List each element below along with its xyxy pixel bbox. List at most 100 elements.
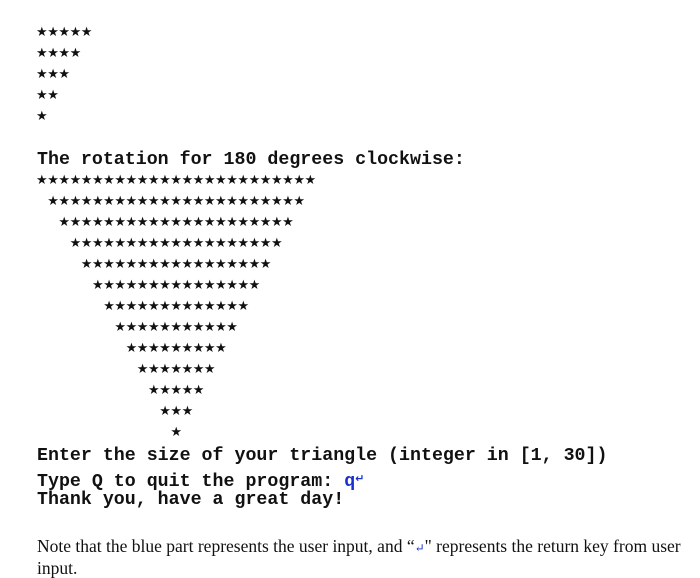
star-icon: ★ (80, 236, 93, 251)
star-icon: ★ (114, 299, 127, 314)
star-icon: ★ (136, 341, 149, 356)
star-icon: ★ (181, 236, 194, 251)
prompt-size-line: Enter the size of your triangle (integer… (37, 446, 608, 466)
star-icon: ★ (159, 404, 171, 419)
star-icon: ★ (215, 257, 227, 272)
star-icon: ★ (47, 88, 59, 103)
star-icon: ★ (259, 236, 272, 251)
star-row: ★★★★★★★★★★★★★★★★★ (80, 254, 272, 275)
star-icon: ★ (203, 278, 216, 293)
star-icon: ★ (170, 320, 182, 335)
star-icon: ★ (159, 341, 171, 356)
note-text-part1: Note that the blue part represents the u… (37, 536, 415, 556)
star-icon: ★ (114, 278, 127, 293)
star-icon: ★ (136, 320, 149, 335)
star-row: ★★★ (159, 401, 193, 422)
star-icon: ★ (80, 173, 93, 188)
star-icon: ★ (136, 257, 149, 272)
star-icon: ★ (125, 320, 138, 335)
star-icon: ★ (181, 341, 194, 356)
star-icon: ★ (203, 341, 216, 356)
star-icon: ★ (181, 383, 194, 398)
star-icon: ★ (248, 173, 261, 188)
star-icon: ★ (170, 425, 183, 440)
star-icon: ★ (237, 278, 250, 293)
star-icon: ★ (159, 278, 171, 293)
star-icon: ★ (203, 215, 216, 230)
star-row: ★★★ (36, 64, 70, 85)
star-icon: ★ (181, 299, 194, 314)
star-row: ★★★★★★★★★★★★★★★★★★★ (70, 233, 283, 254)
star-icon: ★ (248, 194, 261, 209)
star-icon: ★ (203, 194, 216, 209)
star-icon: ★ (237, 257, 250, 272)
star-icon: ★ (192, 194, 205, 209)
star-icon: ★ (69, 236, 82, 251)
star-icon: ★ (159, 383, 171, 398)
star-icon: ★ (203, 173, 216, 188)
star-icon: ★ (293, 173, 305, 188)
star-icon: ★ (69, 25, 82, 40)
star-icon: ★ (237, 194, 250, 209)
star-icon: ★ (103, 215, 115, 230)
star-icon: ★ (170, 341, 182, 356)
star-icon: ★ (203, 299, 216, 314)
star-icon: ★ (125, 299, 138, 314)
star-icon: ★ (147, 278, 160, 293)
star-row: ★★★★★★★★★★★★★★★★★★★★★★★ (47, 191, 305, 212)
star-icon: ★ (259, 173, 272, 188)
star-icon: ★ (125, 236, 138, 251)
star-icon: ★ (125, 341, 138, 356)
star-icon: ★ (103, 173, 115, 188)
star-icon: ★ (181, 215, 194, 230)
star-icon: ★ (226, 278, 238, 293)
star-icon: ★ (125, 215, 138, 230)
star-icon: ★ (58, 173, 71, 188)
star-icon: ★ (192, 257, 205, 272)
star-icon: ★ (215, 278, 227, 293)
star-icon: ★ (147, 236, 160, 251)
star-icon: ★ (147, 194, 160, 209)
star-icon: ★ (215, 173, 227, 188)
star-icon: ★ (125, 257, 138, 272)
star-icon: ★ (159, 257, 171, 272)
star-icon: ★ (147, 362, 160, 377)
star-icon: ★ (103, 236, 115, 251)
star-icon: ★ (192, 383, 205, 398)
star-icon: ★ (282, 215, 294, 230)
note-paragraph: Note that the blue part represents the u… (37, 536, 697, 578)
star-icon: ★ (170, 173, 182, 188)
star-icon: ★ (159, 299, 171, 314)
star-icon: ★ (36, 173, 48, 188)
star-icon: ★ (58, 194, 71, 209)
star-icon: ★ (192, 278, 205, 293)
star-icon: ★ (159, 320, 171, 335)
star-icon: ★ (226, 299, 238, 314)
star-row: ★★★★★★★★★★★★★ (103, 296, 249, 317)
star-icon: ★ (147, 215, 160, 230)
star-icon: ★ (147, 320, 160, 335)
star-icon: ★ (215, 299, 227, 314)
star-icon: ★ (125, 173, 138, 188)
star-icon: ★ (192, 215, 205, 230)
star-icon: ★ (159, 362, 171, 377)
star-icon: ★ (136, 194, 149, 209)
star-icon: ★ (136, 299, 149, 314)
star-icon: ★ (192, 362, 205, 377)
rotation-heading: The rotation for 180 degrees clockwise: (37, 150, 465, 170)
star-icon: ★ (36, 25, 48, 40)
star-icon: ★ (114, 257, 127, 272)
star-icon: ★ (248, 257, 261, 272)
star-icon: ★ (114, 320, 127, 335)
star-icon: ★ (226, 215, 238, 230)
star-icon: ★ (114, 173, 126, 188)
star-icon: ★ (69, 46, 82, 61)
star-icon: ★ (237, 173, 250, 188)
star-icon: ★ (293, 194, 305, 209)
star-icon: ★ (114, 215, 126, 230)
star-icon: ★ (80, 257, 93, 272)
star-icon: ★ (36, 46, 48, 61)
star-icon: ★ (203, 236, 216, 251)
star-icon: ★ (147, 341, 160, 356)
star-icon: ★ (181, 320, 194, 335)
